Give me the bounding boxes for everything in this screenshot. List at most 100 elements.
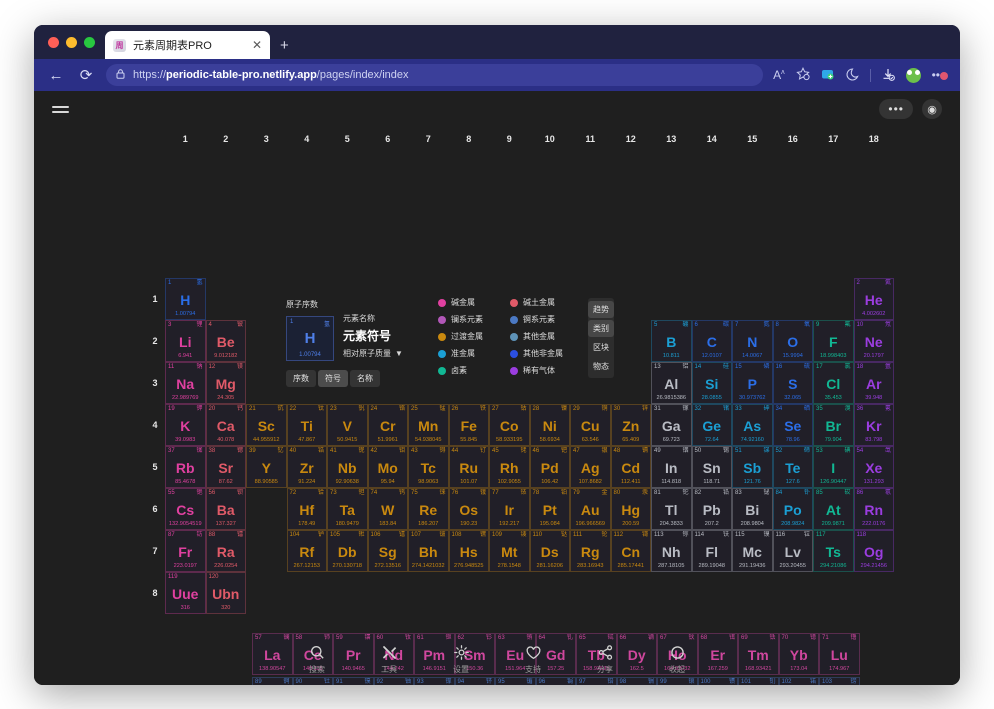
minimize-window-button[interactable] <box>66 36 77 48</box>
bottom-bar-item[interactable]: 支持 <box>512 645 554 675</box>
element-cell[interactable]: 80 汞 Hg 200.59 <box>610 488 651 530</box>
element-cell[interactable]: 110 𫟼 Ds 281.16206 <box>529 530 570 572</box>
element-cell[interactable]: 20 钙 Ca 40.078 <box>205 404 246 446</box>
element-cell[interactable]: 87 钫 Fr 223.0197 <box>165 530 206 572</box>
element-cell[interactable]: 44 钌 Ru 101.07 <box>448 446 489 488</box>
element-cell[interactable]: 117 Ts 294.21086 <box>813 530 854 572</box>
element-cell[interactable]: 38 锶 Sr 87.62 <box>205 446 246 488</box>
element-cell[interactable]: 89锕Ac227.0278 <box>252 677 293 685</box>
hamburger-icon[interactable] <box>52 105 69 113</box>
element-cell[interactable]: 31 镓 Ga 69.723 <box>651 404 692 446</box>
element-cell[interactable]: 47 银 Ag 107.8682 <box>570 446 611 488</box>
element-cell[interactable]: 109 鿏 Mt 278.1548 <box>489 530 530 572</box>
element-cell[interactable]: 78 铂 Pt 195.084 <box>529 488 570 530</box>
element-cell[interactable]: 41 铌 Nb 92.90638 <box>327 446 368 488</box>
display-mode-1[interactable]: 符号 <box>318 370 348 387</box>
element-cell[interactable]: 112 鿔 Cn 285.17441 <box>610 530 651 572</box>
more-icon[interactable]: •• <box>932 69 948 81</box>
element-cell[interactable]: 103铹Lr264.8657 <box>819 677 860 685</box>
element-cell[interactable]: 5 硼 B 10.811 <box>651 320 692 362</box>
element-cell[interactable]: 106 𬭳 Sg 272.13516 <box>367 530 408 572</box>
legend-item[interactable]: 锕系元素 <box>510 314 576 325</box>
legend-item[interactable]: 稀有气体 <box>510 365 576 376</box>
element-cell[interactable]: 6 碳 C 12.0107 <box>691 320 732 362</box>
element-cell[interactable]: 93镎Np237.0482 <box>414 677 455 685</box>
element-cell[interactable]: 18 氩 Ar 39.948 <box>853 362 894 404</box>
element-cell[interactable]: 114 𫓧 Fl 289.19048 <box>691 530 732 572</box>
address-bar[interactable]: https://periodic-table-pro.netlify.app/p… <box>106 64 764 86</box>
read-aloud-icon[interactable]: Aᴧ <box>773 69 785 81</box>
element-cell[interactable]: 83 铋 Bi 208.9804 <box>732 488 773 530</box>
target-button[interactable]: ◉ <box>922 99 942 119</box>
element-cell[interactable]: 98锎Cf251.0796 <box>616 677 657 685</box>
element-cell[interactable]: 17 氯 Cl 35.453 <box>813 362 854 404</box>
element-cell[interactable]: 33 砷 As 74.92160 <box>732 404 773 446</box>
bottom-bar-item[interactable]: 分享 <box>584 645 626 675</box>
maximize-window-button[interactable] <box>84 36 95 48</box>
view-tab-3[interactable]: 物态 <box>588 358 614 375</box>
element-cell[interactable]: 92铀U238.02891 <box>373 677 414 685</box>
downloads-icon[interactable] <box>882 68 895 83</box>
element-cell[interactable]: 48 镉 Cd 112.411 <box>610 446 651 488</box>
element-cell[interactable]: 104 𬬻 Rf 267.12153 <box>286 530 327 572</box>
view-tab-1[interactable]: 类别 <box>588 320 614 337</box>
element-cell[interactable]: 76 锇 Os 190.23 <box>448 488 489 530</box>
element-cell[interactable]: 118 Og 294.21456 <box>853 530 894 572</box>
legend-item[interactable]: 碱土金属 <box>510 297 576 308</box>
element-cell[interactable]: 9 氟 F 18.998403 <box>813 320 854 362</box>
element-cell[interactable]: 24 铬 Cr 51.9961 <box>367 404 408 446</box>
sample-element-cell[interactable]: 1 氢 H 1.00794 <box>286 316 334 361</box>
browser-tab[interactable]: 周 元素周期表PRO ✕ <box>105 31 270 59</box>
element-cell[interactable]: 36 氪 Kr 83.798 <box>853 404 894 446</box>
bottom-bar-item[interactable]: 收起 <box>656 645 698 675</box>
display-mode-0[interactable]: 序数 <box>286 370 316 387</box>
element-cell[interactable]: 23 钒 V 50.9415 <box>327 404 368 446</box>
element-cell[interactable]: 75 铼 Re 186.207 <box>408 488 449 530</box>
legend-item[interactable]: 卤素 <box>438 365 504 376</box>
element-cell[interactable]: 22 钛 Ti 47.867 <box>286 404 327 446</box>
bottom-bar-item[interactable]: 搜索 <box>296 645 338 675</box>
view-tab-2[interactable]: 区块 <box>588 339 614 356</box>
element-cell[interactable]: 28 镍 Ni 58.6934 <box>529 404 570 446</box>
element-cell[interactable]: 53 碘 I 126.90447 <box>813 446 854 488</box>
element-cell[interactable]: 1 氢 H 1.00794 <box>165 278 206 320</box>
favorite-icon[interactable] <box>795 67 810 83</box>
back-button[interactable]: ← <box>46 68 66 83</box>
close-window-button[interactable] <box>48 36 59 48</box>
element-cell[interactable]: 19 钾 K 39.0983 <box>165 404 206 446</box>
reload-button[interactable]: ⟳ <box>76 68 96 83</box>
legend-item[interactable]: 过渡金属 <box>438 331 504 342</box>
element-cell[interactable]: 54 氙 Xe 131.293 <box>853 446 894 488</box>
element-cell[interactable]: 101钔Md258.0951 <box>738 677 779 685</box>
element-cell[interactable]: 34 硒 Se 78.96 <box>772 404 813 446</box>
element-cell[interactable]: 77 铱 Ir 192.217 <box>489 488 530 530</box>
element-cell[interactable]: 73 钽 Ta 180.9479 <box>327 488 368 530</box>
element-cell[interactable]: 25 锰 Mn 54.938045 <box>408 404 449 446</box>
element-cell[interactable]: 116 𫟷 Lv 293.20455 <box>772 530 813 572</box>
element-cell[interactable]: 37 铷 Rb 85.4678 <box>165 446 206 488</box>
element-cell[interactable]: 49 铟 In 114.818 <box>651 446 692 488</box>
element-cell[interactable]: 105 𬭊 Db 270.130718 <box>327 530 368 572</box>
element-cell[interactable]: 13 铝 Al 26.9815386 <box>651 362 692 404</box>
element-cell[interactable]: 32 锗 Ge 72.64 <box>691 404 732 446</box>
display-mode-segmented-control[interactable]: 序数 符号 名称 <box>286 370 403 387</box>
element-cell[interactable]: 55 铯 Cs 132.9054519 <box>165 488 206 530</box>
view-mode-tabs[interactable]: 趋势 类别 区块 物态 <box>588 298 614 378</box>
view-tab-0[interactable]: 趋势 <box>588 301 614 318</box>
element-cell[interactable]: 90钍Th232.03806 <box>292 677 333 685</box>
element-cell[interactable]: 11 钠 Na 22.989769 <box>165 362 206 404</box>
element-cell[interactable]: 111 𬬭 Rg 283.16943 <box>570 530 611 572</box>
element-cell[interactable]: 7 氮 N 14.0067 <box>732 320 773 362</box>
element-cell[interactable]: 96锔Cm247.0703 <box>535 677 576 685</box>
element-cell[interactable]: 84 钋 Po 208.9824 <box>772 488 813 530</box>
element-cell[interactable]: 95镅Am243.0614 <box>495 677 536 685</box>
bottom-bar-item[interactable]: 工具 <box>368 645 410 675</box>
close-tab-icon[interactable]: ✕ <box>252 39 262 51</box>
element-cell[interactable]: 8 氧 O 15.9994 <box>772 320 813 362</box>
element-cell[interactable]: 99锿Es252.0829 <box>657 677 698 685</box>
element-cell[interactable]: 14 硅 Si 28.0855 <box>691 362 732 404</box>
element-cell[interactable]: 46 钯 Pd 106.42 <box>529 446 570 488</box>
element-cell[interactable]: 30 锌 Zn 65.409 <box>610 404 651 446</box>
element-cell[interactable]: 88 镭 Ra 226.0254 <box>205 530 246 572</box>
element-cell[interactable]: 120 Ubn 320 <box>205 572 246 614</box>
